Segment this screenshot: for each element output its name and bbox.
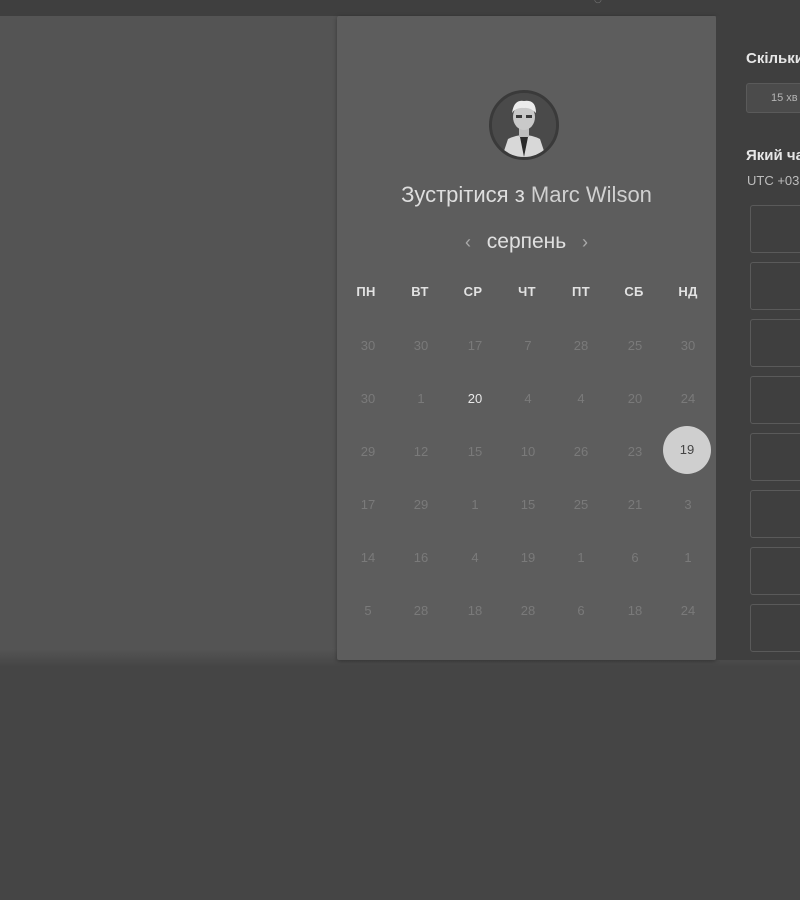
duration-select[interactable]: 15 хв xyxy=(746,83,800,113)
calendar-day: 19 xyxy=(520,550,536,565)
calendar-day: 23 xyxy=(627,444,643,459)
calendar-day: 1 xyxy=(684,550,692,565)
calendar-day: 15 xyxy=(467,444,483,459)
timezone-label: UTC +03 xyxy=(747,173,800,188)
time-slot-button[interactable] xyxy=(750,490,800,538)
month-navigation: ‹ серпень › xyxy=(337,228,716,258)
calendar-day: 28 xyxy=(520,603,536,618)
calendar-day: 29 xyxy=(413,497,429,512)
calendar-day: 28 xyxy=(413,603,429,618)
host-name: Marc Wilson xyxy=(530,182,652,207)
calendar-day: 16 xyxy=(413,550,429,565)
calendar-day: 21 xyxy=(627,497,643,512)
calendar-day: 24 xyxy=(680,603,696,618)
calendar-day-selected[interactable]: 19 xyxy=(663,426,711,474)
calendar-day: 24 xyxy=(680,391,696,406)
time-slot-button[interactable] xyxy=(750,433,800,481)
weekday-label: ЧТ xyxy=(518,284,536,299)
calendar-day: 25 xyxy=(573,497,589,512)
calendar-day: 4 xyxy=(471,550,479,565)
weekday-label: ВТ xyxy=(411,284,429,299)
calendar-day: 3 xyxy=(684,497,692,512)
page-title: Зустрітися з Marc Wilson xyxy=(337,182,716,208)
calendar-day: 30 xyxy=(360,338,376,353)
chevron-right-icon[interactable]: › xyxy=(576,230,594,254)
calendar-day: 18 xyxy=(467,603,483,618)
scheduling-panel: Зустрітися з Marc Wilson ‹ серпень › ПН … xyxy=(337,16,716,660)
search-icon: ◡ xyxy=(594,0,602,4)
calendar-day: 1 xyxy=(417,391,425,406)
calendar-day: 20 xyxy=(627,391,643,406)
avatar xyxy=(489,90,559,160)
calendar-day: 14 xyxy=(360,550,376,565)
calendar-day: 30 xyxy=(413,338,429,353)
calendar-day: 17 xyxy=(467,338,483,353)
calendar-day: 18 xyxy=(627,603,643,618)
top-bar: ◡ xyxy=(0,0,800,16)
calendar-day: 10 xyxy=(520,444,536,459)
weekday-label: ПН xyxy=(356,284,376,299)
time-slot-button[interactable] xyxy=(750,547,800,595)
time-slot-button[interactable] xyxy=(750,376,800,424)
time-selection-panel: Скільки 15 хв Який ча UTC +03 xyxy=(716,16,800,660)
calendar-day: 30 xyxy=(680,338,696,353)
calendar-day: 12 xyxy=(413,444,429,459)
time-slot-button[interactable] xyxy=(750,205,800,253)
avatar-image xyxy=(492,93,556,157)
calendar-day: 4 xyxy=(524,391,532,406)
calendar-day-available[interactable]: 20 xyxy=(451,375,499,423)
calendar-day: 6 xyxy=(577,603,585,618)
weekday-label: ПТ xyxy=(572,284,590,299)
calendar-day: 28 xyxy=(573,338,589,353)
calendar-day: 26 xyxy=(573,444,589,459)
calendar-day: 15 xyxy=(520,497,536,512)
calendar-day: 5 xyxy=(364,603,372,618)
time-slot-button[interactable] xyxy=(750,604,800,652)
month-label: серпень xyxy=(486,230,567,253)
title-prefix: Зустрітися з xyxy=(401,182,525,207)
weekday-header: ПН ВТ СР ЧТ ПТ СБ НД xyxy=(340,284,716,304)
calendar-grid: 30 30 17 7 28 25 30 30 1 20 4 4 20 24 29… xyxy=(337,316,716,646)
calendar-day: 1 xyxy=(471,497,479,512)
calendar-day: 4 xyxy=(577,391,585,406)
calendar-day: 1 xyxy=(577,550,585,565)
weekday-label: СБ xyxy=(624,284,644,299)
duration-label: Скільки xyxy=(746,50,800,67)
time-label: Який ча xyxy=(746,147,800,164)
weekday-label: СР xyxy=(463,284,483,299)
weekday-label: НД xyxy=(678,284,698,299)
calendar-day: 30 xyxy=(360,391,376,406)
calendar-day: 17 xyxy=(360,497,376,512)
calendar-day: 6 xyxy=(631,550,639,565)
time-slot-button[interactable] xyxy=(750,262,800,310)
calendar-day: 29 xyxy=(360,444,376,459)
time-slot-button[interactable] xyxy=(750,319,800,367)
calendar-day: 25 xyxy=(627,338,643,353)
calendar-day: 7 xyxy=(524,338,532,353)
